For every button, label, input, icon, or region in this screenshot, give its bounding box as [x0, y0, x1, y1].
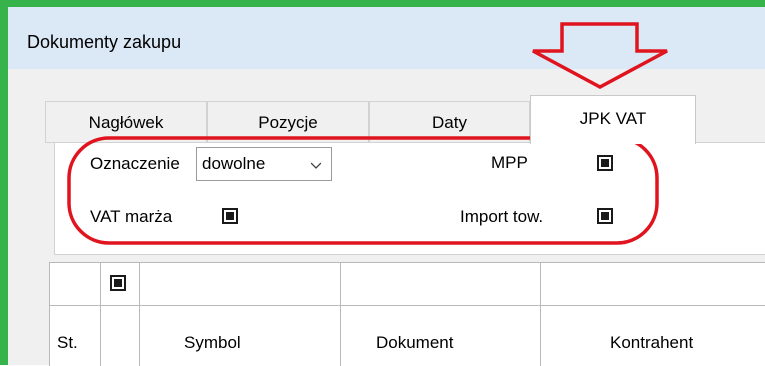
column-divider: [540, 263, 541, 366]
oznaczenie-value: dowolne: [202, 154, 266, 173]
window-titlebar: Dokumenty zakupu: [8, 7, 765, 69]
window-title: Dokumenty zakupu: [27, 32, 182, 52]
column-divider: [100, 263, 101, 366]
import-tow-label: Import tow.: [460, 207, 544, 226]
table-filter-checkbox[interactable]: [110, 275, 126, 291]
column-header-dokument[interactable]: Dokument: [376, 333, 453, 353]
tab-daty[interactable]: Daty: [369, 101, 530, 143]
tab-pozycje[interactable]: Pozycje: [207, 101, 369, 143]
import-tow-checkbox[interactable]: [597, 208, 613, 224]
column-header-symbol[interactable]: Symbol: [184, 333, 241, 353]
tab-jpk-vat[interactable]: JPK VAT: [530, 95, 696, 144]
oznaczenie-label: Oznaczenie: [90, 154, 180, 173]
column-header-st[interactable]: St.: [57, 333, 78, 353]
column-divider: [139, 263, 140, 366]
mpp-label: MPP: [491, 153, 528, 172]
tab-naglowek[interactable]: Nagłówek: [45, 101, 207, 143]
oznaczenie-select[interactable]: dowolne: [196, 147, 332, 181]
chevron-down-icon: [311, 162, 321, 169]
column-divider: [340, 263, 341, 366]
documents-table: St. Symbol Dokument Kontrahent: [49, 262, 765, 366]
mpp-checkbox[interactable]: [597, 155, 613, 171]
vat-marza-checkbox[interactable]: [222, 208, 238, 224]
vat-marza-label: VAT marża: [90, 207, 173, 226]
column-header-kontrahent[interactable]: Kontrahent: [610, 333, 693, 353]
filter-row-divider: [50, 305, 765, 306]
